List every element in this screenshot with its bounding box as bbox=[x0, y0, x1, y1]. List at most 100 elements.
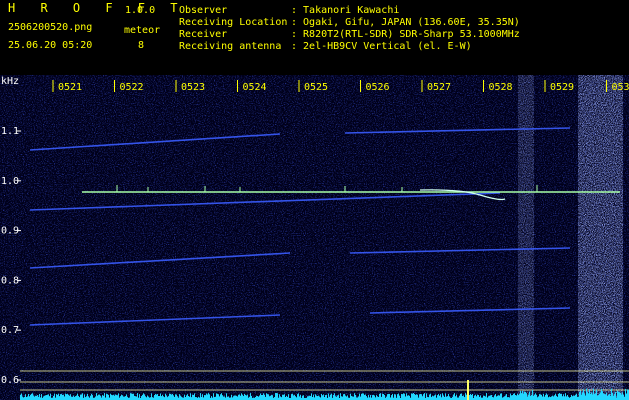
level-bar bbox=[260, 393, 261, 400]
level-bar bbox=[513, 393, 514, 400]
level-bar bbox=[619, 392, 620, 400]
level-bar bbox=[351, 395, 352, 400]
level-bar bbox=[531, 395, 532, 400]
level-bar bbox=[43, 396, 44, 400]
level-bar bbox=[177, 396, 178, 400]
level-bar bbox=[576, 393, 577, 400]
level-bar bbox=[73, 395, 74, 400]
level-bar bbox=[383, 393, 384, 400]
level-bar bbox=[241, 393, 242, 400]
level-bar bbox=[579, 392, 580, 400]
level-bar bbox=[156, 394, 157, 400]
level-bar bbox=[188, 395, 189, 400]
level-bar bbox=[291, 394, 292, 400]
level-bar bbox=[122, 395, 123, 400]
level-bar bbox=[343, 394, 344, 400]
level-bar bbox=[560, 393, 561, 400]
level-bar bbox=[563, 394, 564, 400]
level-bar bbox=[326, 394, 327, 400]
level-bar bbox=[275, 393, 276, 400]
level-bar bbox=[319, 396, 320, 400]
level-bar bbox=[384, 394, 385, 400]
level-bar bbox=[584, 393, 585, 400]
level-bar bbox=[591, 392, 592, 400]
level-bar bbox=[277, 393, 278, 400]
level-bar bbox=[111, 394, 112, 400]
level-bar bbox=[621, 394, 622, 400]
level-bar bbox=[132, 393, 133, 400]
level-bar bbox=[527, 396, 528, 400]
level-bar bbox=[438, 394, 439, 400]
level-bar bbox=[445, 393, 446, 400]
level-bar bbox=[602, 391, 603, 400]
level-bar bbox=[205, 395, 206, 400]
level-bar bbox=[68, 394, 69, 400]
level-bar bbox=[108, 394, 109, 400]
level-bar bbox=[313, 394, 314, 400]
level-bar bbox=[315, 394, 316, 400]
level-bar bbox=[594, 394, 595, 400]
level-bar bbox=[54, 393, 55, 400]
level-bar bbox=[294, 394, 295, 400]
level-bar bbox=[20, 394, 21, 400]
level-bar bbox=[433, 396, 434, 400]
time-tick-label: 0525 bbox=[304, 82, 328, 93]
level-bar bbox=[515, 394, 516, 400]
level-bar bbox=[62, 394, 63, 400]
level-bar bbox=[530, 395, 531, 400]
level-bar bbox=[411, 393, 412, 400]
level-bar bbox=[337, 395, 338, 400]
level-bar bbox=[58, 393, 59, 400]
level-bar bbox=[67, 393, 68, 400]
level-bar bbox=[354, 393, 355, 400]
level-bar bbox=[137, 393, 138, 400]
level-bar bbox=[534, 394, 535, 400]
level-bar bbox=[28, 393, 29, 400]
level-bar bbox=[556, 395, 557, 400]
level-bar bbox=[485, 396, 486, 400]
time-tick-label: 0529 bbox=[550, 82, 574, 93]
level-bar bbox=[414, 393, 415, 400]
level-bar bbox=[386, 396, 387, 400]
level-bar bbox=[417, 394, 418, 400]
level-bar bbox=[144, 394, 145, 400]
level-bar bbox=[148, 396, 149, 400]
level-bar bbox=[30, 394, 31, 400]
level-bar bbox=[437, 395, 438, 400]
level-bar bbox=[90, 395, 91, 400]
level-bar bbox=[477, 394, 478, 400]
level-bar bbox=[160, 393, 161, 400]
level-bar bbox=[494, 395, 495, 400]
level-bar bbox=[604, 394, 605, 400]
level-bar bbox=[123, 396, 124, 400]
level-bar bbox=[365, 394, 366, 400]
level-bar bbox=[322, 395, 323, 400]
level-bar bbox=[80, 394, 81, 400]
level-bar bbox=[162, 394, 163, 400]
level-bar bbox=[526, 393, 527, 400]
level-bar bbox=[300, 394, 301, 400]
level-bar bbox=[103, 395, 104, 400]
level-bar bbox=[398, 393, 399, 400]
level-bar bbox=[283, 394, 284, 400]
level-bar bbox=[82, 393, 83, 400]
level-bar bbox=[372, 395, 373, 400]
level-bar bbox=[618, 391, 619, 400]
level-bar bbox=[501, 393, 502, 400]
level-bar bbox=[380, 393, 381, 400]
level-bar bbox=[439, 395, 440, 400]
level-bar bbox=[22, 396, 23, 400]
level-bar bbox=[399, 395, 400, 400]
level-bar bbox=[35, 395, 36, 400]
level-bar bbox=[61, 394, 62, 400]
level-bar bbox=[279, 394, 280, 400]
level-bar bbox=[190, 393, 191, 400]
level-bar bbox=[169, 393, 170, 400]
level-bar bbox=[346, 396, 347, 400]
level-bar bbox=[323, 394, 324, 400]
spectrum-noise bbox=[0, 75, 629, 400]
level-spike bbox=[467, 380, 469, 400]
level-bar bbox=[471, 394, 472, 400]
level-bar bbox=[359, 393, 360, 400]
level-bar bbox=[147, 395, 148, 400]
